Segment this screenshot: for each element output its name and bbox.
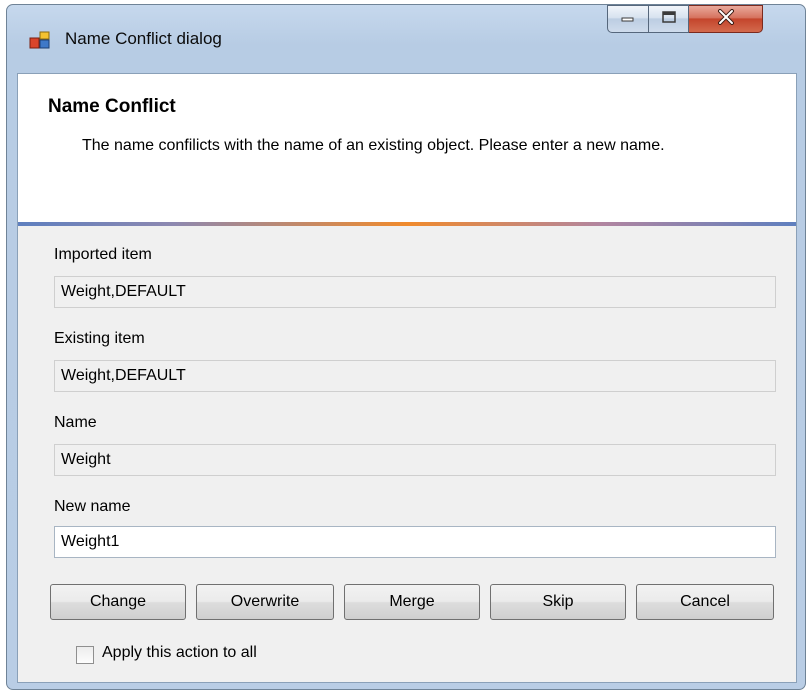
name-label: Name	[54, 414, 97, 431]
overwrite-button[interactable]: Overwrite	[196, 584, 334, 620]
apply-all-checkbox[interactable]	[76, 646, 94, 664]
maximize-icon	[661, 10, 677, 29]
window-controls	[607, 5, 763, 35]
minimize-icon	[620, 10, 636, 28]
apply-all-label[interactable]: Apply this action to all	[102, 644, 257, 662]
maximize-button[interactable]	[649, 5, 689, 33]
dialog-header: Name Conflict The name confilicts with t…	[18, 74, 796, 222]
title-bar[interactable]: Name Conflict dialog	[7, 5, 805, 73]
imported-item-field: Weight,DEFAULT	[54, 276, 776, 308]
existing-item-field: Weight,DEFAULT	[54, 360, 776, 392]
header-description: The name confilicts with the name of an …	[82, 137, 665, 154]
minimize-button[interactable]	[607, 5, 649, 33]
app-icon[interactable]	[29, 29, 51, 51]
new-name-input[interactable]: Weight1	[54, 526, 776, 558]
dialog-body: Name Conflict The name confilicts with t…	[17, 73, 797, 683]
close-icon	[717, 8, 735, 30]
skip-button[interactable]: Skip	[490, 584, 626, 620]
new-name-label: New name	[54, 498, 131, 515]
merge-button[interactable]: Merge	[344, 584, 480, 620]
existing-item-label: Existing item	[54, 330, 145, 347]
accent-stripe	[18, 222, 796, 226]
cancel-button[interactable]: Cancel	[636, 584, 774, 620]
header-title: Name Conflict	[48, 96, 176, 117]
change-button[interactable]: Change	[50, 584, 186, 620]
close-button[interactable]	[689, 5, 763, 33]
dialog-window: Name Conflict dialog Name Conflict The n…	[6, 4, 806, 690]
imported-item-label: Imported item	[54, 246, 152, 263]
name-field: Weight	[54, 444, 776, 476]
window-title: Name Conflict dialog	[65, 29, 222, 48]
